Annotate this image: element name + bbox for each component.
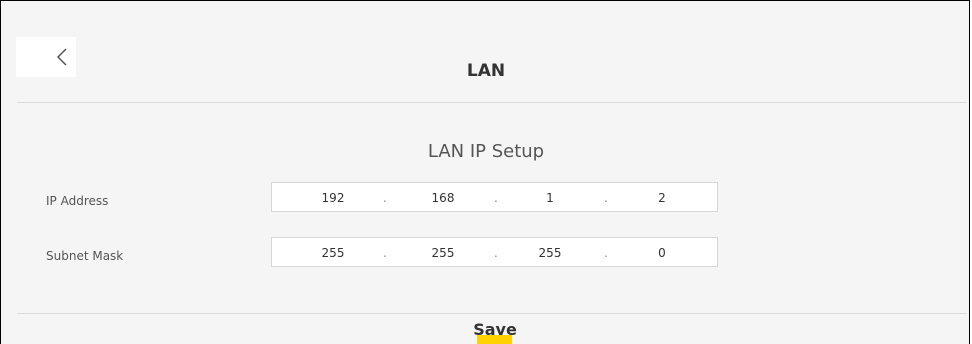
subnet-mask-octet-2[interactable]: 255: [423, 246, 463, 260]
ip-address-octet-4[interactable]: 2: [642, 191, 682, 205]
page-frame: LAN LAN IP Setup IP Address 192 . 168 . …: [0, 0, 970, 344]
octet-separator: .: [383, 246, 387, 260]
octet-separator: .: [494, 246, 498, 260]
save-button-label: Save: [473, 320, 517, 339]
octet-separator: .: [604, 246, 608, 260]
ip-address-octet-1[interactable]: 192: [313, 191, 353, 205]
octet-separator: .: [604, 191, 608, 205]
ip-address-field[interactable]: 192 . 168 . 1 . 2: [271, 182, 718, 212]
ip-address-label: IP Address: [46, 194, 109, 208]
footer-divider: [17, 313, 967, 314]
subnet-mask-octet-3[interactable]: 255: [530, 246, 570, 260]
page-title: LAN: [466, 61, 506, 81]
section-title: LAN IP Setup: [427, 141, 545, 162]
subnet-mask-octet-1[interactable]: 255: [313, 246, 353, 260]
ip-address-octet-2[interactable]: 168: [423, 191, 463, 205]
octet-separator: .: [383, 191, 387, 205]
header-divider: [17, 102, 967, 103]
ip-address-octet-3[interactable]: 1: [530, 191, 570, 205]
octet-separator: .: [494, 191, 498, 205]
subnet-mask-field[interactable]: 255 . 255 . 255 . 0: [271, 237, 718, 267]
subnet-mask-label: Subnet Mask: [46, 249, 124, 263]
save-button[interactable]: Save: [460, 319, 530, 344]
subnet-mask-octet-4[interactable]: 0: [642, 246, 682, 260]
